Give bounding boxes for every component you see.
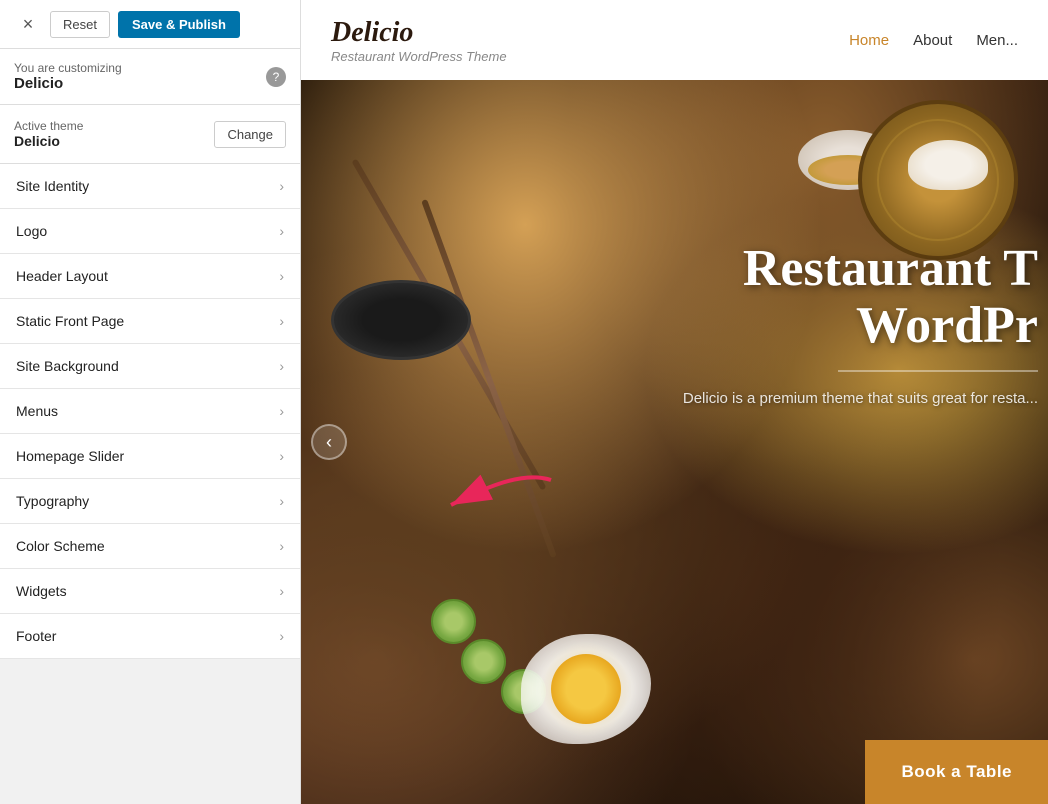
- sidebar-item-color-scheme[interactable]: Color Scheme ›: [0, 524, 300, 569]
- hero-divider: [838, 370, 1038, 372]
- nav-item-menu[interactable]: Men...: [976, 32, 1018, 49]
- preview-site-title: Delicio: [331, 17, 507, 49]
- chevron-right-icon: ›: [279, 268, 284, 284]
- sidebar-item-label: Color Scheme: [16, 538, 105, 554]
- chevron-right-icon: ›: [279, 223, 284, 239]
- customizing-label: You are customizing: [14, 61, 122, 75]
- hero-heading-line2: WordPr: [856, 297, 1038, 354]
- cucumber-1: [461, 639, 506, 684]
- sidebar-item-label: Homepage Slider: [16, 448, 124, 464]
- sidebar-item-label: Footer: [16, 628, 56, 644]
- chevron-right-icon: ›: [279, 493, 284, 509]
- hero-heading: Restaurant T WordPr: [683, 240, 1038, 354]
- chevron-right-icon: ›: [279, 583, 284, 599]
- nav-item-about[interactable]: About: [913, 32, 952, 49]
- customizer-panel: × Reset Save & Publish You are customizi…: [0, 0, 301, 804]
- sidebar-item-site-background[interactable]: Site Background ›: [0, 344, 300, 389]
- panel-header: × Reset Save & Publish: [0, 0, 300, 49]
- preview-tagline: Restaurant WordPress Theme: [331, 49, 507, 64]
- hero-text-overlay: Restaurant T WordPr Delicio is a premium…: [683, 240, 1048, 411]
- chevron-right-icon: ›: [279, 178, 284, 194]
- preview-area: Delicio Restaurant WordPress Theme Home …: [301, 0, 1048, 804]
- sidebar-item-widgets[interactable]: Widgets ›: [0, 569, 300, 614]
- close-button[interactable]: ×: [14, 10, 42, 38]
- sidebar-item-logo[interactable]: Logo ›: [0, 209, 300, 254]
- sidebar-item-header-layout[interactable]: Header Layout ›: [0, 254, 300, 299]
- sidebar-item-label: Typography: [16, 493, 89, 509]
- change-theme-button[interactable]: Change: [214, 121, 286, 148]
- sidebar-item-label: Site Identity: [16, 178, 89, 194]
- chevron-right-icon: ›: [279, 403, 284, 419]
- egg-yolk: [551, 654, 621, 724]
- sidebar-item-label: Header Layout: [16, 268, 108, 284]
- chevron-right-icon: ›: [279, 538, 284, 554]
- book-table-button[interactable]: Book a Table: [865, 740, 1048, 804]
- chevron-right-icon: ›: [279, 448, 284, 464]
- slider-prev-button[interactable]: ‹: [311, 424, 347, 460]
- hero-section: ‹ Restaurant T WordPr Delicio is a premi…: [301, 80, 1048, 804]
- sidebar-item-label: Site Background: [16, 358, 119, 374]
- sidebar-item-site-identity[interactable]: Site Identity ›: [0, 164, 300, 209]
- sidebar-item-label: Menus: [16, 403, 58, 419]
- nav-item-home[interactable]: Home: [849, 32, 889, 49]
- chevron-right-icon: ›: [279, 313, 284, 329]
- hero-subtext: Delicio is a premium theme that suits gr…: [683, 388, 1038, 411]
- sidebar-item-menus[interactable]: Menus ›: [0, 389, 300, 434]
- customizer-menu-list: Site Identity › Logo › Header Layout › S…: [0, 164, 300, 804]
- preview-nav: Home About Men...: [849, 32, 1018, 49]
- sidebar-item-footer[interactable]: Footer ›: [0, 614, 300, 659]
- active-theme-name: Delicio: [14, 133, 83, 149]
- chevron-right-icon: ›: [279, 358, 284, 374]
- sidebar-item-label: Logo: [16, 223, 47, 239]
- hero-heading-line1: Restaurant T: [743, 240, 1038, 297]
- sidebar-item-static-front-page[interactable]: Static Front Page ›: [0, 299, 300, 344]
- help-icon[interactable]: ?: [266, 67, 286, 87]
- active-theme-label: Active theme: [14, 119, 83, 133]
- bowl: [331, 280, 471, 360]
- sidebar-item-label: Widgets: [16, 583, 67, 599]
- save-publish-button[interactable]: Save & Publish: [118, 11, 240, 38]
- reset-button[interactable]: Reset: [50, 11, 110, 38]
- site-brand: Delicio Restaurant WordPress Theme: [331, 17, 507, 64]
- customizing-theme-name: Delicio: [14, 75, 122, 92]
- sidebar-item-label: Static Front Page: [16, 313, 124, 329]
- sidebar-item-homepage-slider[interactable]: Homepage Slider ›: [0, 434, 300, 479]
- chevron-right-icon: ›: [279, 628, 284, 644]
- theme-section: Active theme Delicio Change: [0, 105, 300, 164]
- cucumber-2: [431, 599, 476, 644]
- sidebar-item-typography[interactable]: Typography ›: [0, 479, 300, 524]
- dumpling: [908, 140, 988, 190]
- customizing-info: You are customizing Delicio ?: [0, 49, 300, 105]
- preview-header: Delicio Restaurant WordPress Theme Home …: [301, 0, 1048, 80]
